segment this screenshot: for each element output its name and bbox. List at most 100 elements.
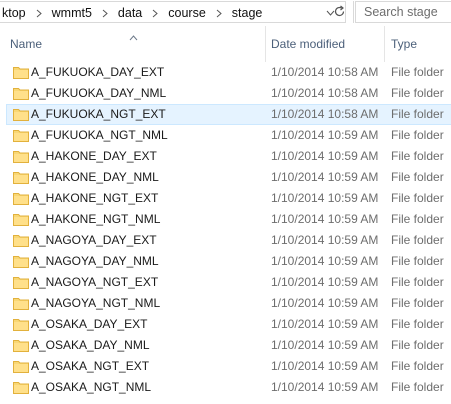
chevron-right-icon[interactable] (214, 5, 224, 21)
folder-icon (13, 129, 29, 142)
folder-icon (13, 66, 29, 79)
file-list-row[interactable]: A_NAGOYA_NGT_EXT 1/10/2014 10:59 AM File f… (0, 272, 451, 293)
file-date-modified: 1/10/2014 10:59 AM (271, 359, 379, 373)
file-list-row[interactable]: A_FUKUOKA_DAY_EXT 1/10/2014 10:58 AM File … (0, 62, 451, 83)
folder-icon (13, 318, 29, 331)
file-list-row[interactable]: A_FUKUOKA_DAY_NML 1/10/2014 10:58 AM File … (0, 83, 451, 104)
file-date-modified: 1/10/2014 10:59 AM (271, 212, 379, 226)
column-header: Name Date modified Type (0, 26, 451, 62)
file-list-row[interactable]: A_HAKONE_DAY_NML 1/10/2014 10:59 AM File f… (0, 167, 451, 188)
file-type: File folder (391, 317, 444, 331)
file-type: File folder (391, 380, 444, 394)
file-date-modified: 1/10/2014 10:58 AM (271, 107, 379, 121)
file-type: File folder (391, 338, 444, 352)
file-date-modified: 1/10/2014 10:58 AM (271, 86, 379, 100)
file-type: File folder (391, 65, 444, 79)
file-type: File folder (391, 107, 444, 121)
file-list-row[interactable]: A_FUKUOKA_NGT_EXT 1/10/2014 10:58 AM File … (0, 104, 451, 125)
file-date-modified: 1/10/2014 10:58 AM (271, 65, 379, 79)
file-list-row[interactable]: A_OSAKA_NGT_EXT 1/10/2014 10:59 AM File fo… (0, 356, 451, 377)
file-list-row[interactable]: A_OSAKA_NGT_NML 1/10/2014 10:59 AM File fo… (0, 377, 451, 398)
file-list-row[interactable]: A_HAKONE_DAY_EXT 1/10/2014 10:59 AM File f… (0, 146, 451, 167)
file-name: A_HAKONE_DAY_NML (31, 170, 159, 184)
file-list-row[interactable]: A_FUKUOKA_NGT_NML 1/10/2014 10:59 AM File … (0, 125, 451, 146)
file-date-modified: 1/10/2014 10:59 AM (271, 380, 379, 394)
file-date-modified: 1/10/2014 10:59 AM (271, 254, 379, 268)
divider (353, 1, 354, 23)
file-name: A_FUKUOKA_DAY_NML (31, 86, 167, 100)
folder-icon (13, 234, 29, 247)
folder-icon (13, 87, 29, 100)
file-list-row[interactable]: A_HAKONE_NGT_NML 1/10/2014 10:59 AM File f… (0, 209, 451, 230)
sort-ascending-icon (129, 30, 138, 44)
file-list-row[interactable]: A_OSAKA_DAY_NML 1/10/2014 10:59 AM File fo… (0, 335, 451, 356)
file-date-modified: 1/10/2014 10:59 AM (271, 128, 379, 142)
file-type: File folder (391, 296, 444, 310)
file-name: A_NAGOYA_DAY_EXT (31, 233, 157, 247)
file-name: A_NAGOYA_NGT_NML (31, 296, 161, 310)
file-name: A_HAKONE_NGT_EXT (31, 191, 159, 205)
file-name: A_FUKUOKA_NGT_NML (31, 128, 168, 142)
search-input[interactable]: Search stage (355, 1, 451, 23)
column-header-type[interactable]: Type (391, 37, 417, 51)
folder-icon (13, 360, 29, 373)
column-header-date-modified[interactable]: Date modified (271, 37, 345, 51)
file-name: A_FUKUOKA_NGT_EXT (31, 107, 166, 121)
file-name: A_NAGOYA_DAY_NML (31, 254, 159, 268)
file-date-modified: 1/10/2014 10:59 AM (271, 191, 379, 205)
file-name: A_NAGOYA_NGT_EXT (31, 275, 159, 289)
file-type: File folder (391, 212, 444, 226)
column-divider[interactable] (265, 26, 266, 62)
breadcrumb: ktop wmmt5 data course stage (0, 5, 264, 21)
file-list: A_FUKUOKA_DAY_EXT 1/10/2014 10:58 AM File … (0, 62, 451, 398)
chevron-right-icon[interactable] (34, 5, 44, 21)
file-name: A_HAKONE_NGT_NML (31, 212, 161, 226)
file-date-modified: 1/10/2014 10:59 AM (271, 149, 379, 163)
file-date-modified: 1/10/2014 10:59 AM (271, 233, 379, 247)
file-type: File folder (391, 275, 444, 289)
file-type: File folder (391, 149, 444, 163)
file-type: File folder (391, 254, 444, 268)
address-bar[interactable]: ktop wmmt5 data course stage (0, 1, 346, 23)
file-type: File folder (391, 128, 444, 142)
file-name: A_OSAKA_DAY_NML (31, 338, 150, 352)
file-list-row[interactable]: A_NAGOYA_DAY_NML 1/10/2014 10:59 AM File f… (0, 251, 451, 272)
breadcrumb-item-desktop[interactable]: ktop (0, 6, 28, 20)
folder-icon (13, 150, 29, 163)
address-bar-area: ktop wmmt5 data course stage Search stag… (0, 0, 451, 26)
folder-icon (13, 108, 29, 121)
file-name: A_HAKONE_DAY_EXT (31, 149, 157, 163)
file-type: File folder (391, 86, 444, 100)
file-list-row[interactable]: A_OSAKA_DAY_EXT 1/10/2014 10:59 AM File fo… (0, 314, 451, 335)
refresh-icon[interactable] (328, 0, 350, 22)
file-list-row[interactable]: A_HAKONE_NGT_EXT 1/10/2014 10:59 AM File f… (0, 188, 451, 209)
breadcrumb-item-wmmt5[interactable]: wmmt5 (50, 6, 94, 20)
breadcrumb-item-data[interactable]: data (116, 6, 144, 20)
file-date-modified: 1/10/2014 10:59 AM (271, 296, 379, 310)
file-type: File folder (391, 170, 444, 184)
file-list-row[interactable]: A_NAGOYA_DAY_EXT 1/10/2014 10:59 AM File f… (0, 230, 451, 251)
breadcrumb-item-course[interactable]: course (166, 6, 208, 20)
file-date-modified: 1/10/2014 10:59 AM (271, 338, 379, 352)
folder-icon (13, 192, 29, 205)
file-name: A_OSAKA_NGT_EXT (31, 359, 150, 373)
folder-icon (13, 171, 29, 184)
file-date-modified: 1/10/2014 10:59 AM (271, 275, 379, 289)
file-type: File folder (391, 359, 444, 373)
file-name: A_OSAKA_DAY_EXT (31, 317, 148, 331)
column-divider[interactable] (384, 26, 385, 62)
chevron-right-icon[interactable] (100, 5, 110, 21)
folder-icon (13, 213, 29, 226)
chevron-right-icon[interactable] (150, 5, 160, 21)
breadcrumb-item-stage[interactable]: stage (230, 6, 265, 20)
file-name: A_FUKUOKA_DAY_EXT (31, 65, 165, 79)
folder-icon (13, 276, 29, 289)
file-date-modified: 1/10/2014 10:59 AM (271, 170, 379, 184)
folder-icon (13, 297, 29, 310)
folder-icon (13, 381, 29, 394)
file-name: A_OSAKA_NGT_NML (31, 380, 152, 394)
folder-icon (13, 339, 29, 352)
file-type: File folder (391, 233, 444, 247)
column-header-name[interactable]: Name (10, 37, 42, 51)
file-list-row[interactable]: A_NAGOYA_NGT_NML 1/10/2014 10:59 AM File f… (0, 293, 451, 314)
